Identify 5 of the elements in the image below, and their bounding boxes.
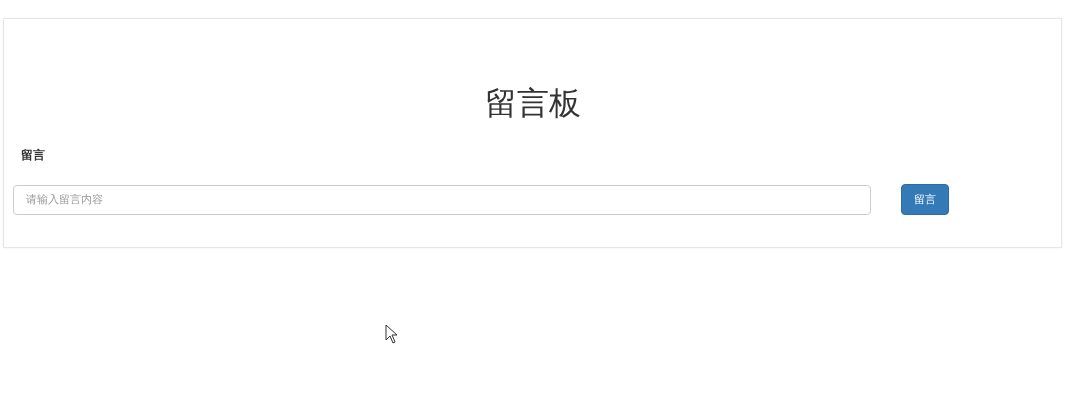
message-input-field[interactable]: 请输入留言内容 bbox=[13, 184, 871, 215]
mouse-pointer-icon bbox=[385, 324, 399, 344]
submit-button[interactable]: 留言 bbox=[901, 184, 949, 215]
board-title: 留言板 bbox=[484, 83, 581, 124]
message-label: 留言 bbox=[21, 147, 45, 164]
